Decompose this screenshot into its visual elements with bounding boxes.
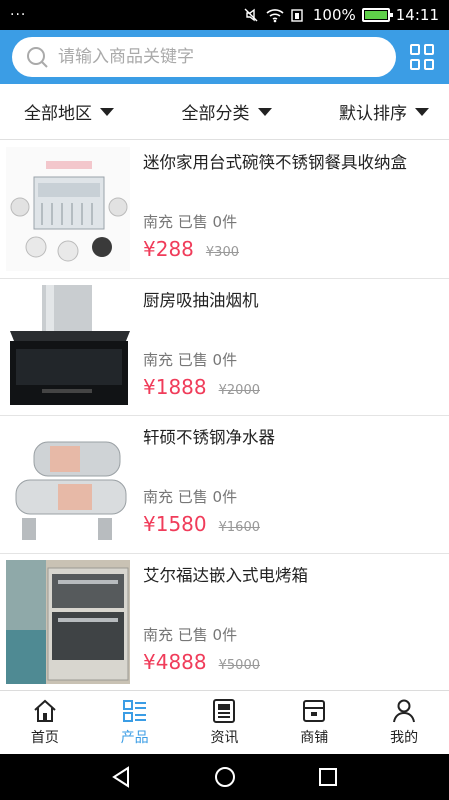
filter-label: 全部分类 xyxy=(181,104,250,124)
battery-icon xyxy=(361,8,393,22)
home-circle-icon[interactable] xyxy=(213,765,237,789)
product-meta: 南充 已售 0件 xyxy=(143,625,238,644)
filter-category[interactable]: 全部分类 xyxy=(182,99,272,124)
search-icon xyxy=(27,47,48,68)
product-meta: 南充 已售 0件 xyxy=(143,488,238,506)
status-bar: ··· 100% 14:11 xyxy=(0,0,449,30)
signal-icon xyxy=(291,9,303,22)
product-info: 艾尔福达嵌入式电烤箱 xyxy=(143,562,439,589)
search-input[interactable] xyxy=(58,47,358,67)
product-meta: 南充 已售 0件 xyxy=(143,350,238,369)
product-item[interactable]: 厨房吸抽油烟机 南充 已售 0件 ¥1888 ¥2000 xyxy=(0,279,449,416)
caret-down-icon xyxy=(415,107,429,116)
search-box[interactable] xyxy=(12,37,396,77)
product-item[interactable]: 艾尔福达嵌入式电烤箱 南充 已售 0件 ¥4888 ¥5000 xyxy=(0,554,449,691)
grid-cell xyxy=(424,59,434,70)
dish-rack-image xyxy=(6,147,130,271)
caret-down-icon xyxy=(257,107,272,116)
news-icon xyxy=(213,699,236,723)
filter-region[interactable]: 全部地区 xyxy=(24,99,114,124)
home-icon xyxy=(34,699,56,722)
product-list: 迷你家用台式碗筷不锈钢餐具收纳盒 南充 已售 0件 ¥288 ¥300 厨房吸抽… xyxy=(0,141,449,691)
product-old-price: ¥300 xyxy=(205,245,239,260)
status-icons: 100% 14:11 xyxy=(243,6,439,24)
back-icon[interactable] xyxy=(110,765,134,789)
battery-percent: 100% xyxy=(312,6,356,24)
tab-label: 产品 xyxy=(120,730,149,746)
filter-label: 默认排序 xyxy=(339,104,407,124)
product-price: ¥1888 xyxy=(143,374,207,399)
tab-home[interactable]: 首页 xyxy=(0,691,90,754)
user-icon xyxy=(393,699,416,723)
wifi-icon xyxy=(266,9,284,23)
tab-label: 商铺 xyxy=(300,730,329,746)
grid-cell xyxy=(410,59,420,70)
shop-icon xyxy=(303,700,326,722)
tab-label: 资讯 xyxy=(210,730,239,746)
product-title[interactable]: 轩硕不锈钢净水器 xyxy=(143,424,439,451)
tab-label: 首页 xyxy=(30,730,59,746)
mute-icon xyxy=(244,8,258,22)
price-row: ¥4888 ¥5000 xyxy=(143,650,260,674)
product-info: 轩硕不锈钢净水器 xyxy=(143,424,439,451)
tab-label: 我的 xyxy=(390,730,419,746)
filter-bar: 全部地区 全部分类 默认排序 xyxy=(0,84,449,140)
product-price: ¥288 xyxy=(143,237,194,261)
product-price: ¥1580 xyxy=(143,512,207,536)
product-price: ¥4888 xyxy=(143,649,207,674)
system-nav-bar xyxy=(0,754,449,800)
caret-down-icon xyxy=(100,107,114,116)
product-old-price: ¥2000 xyxy=(218,382,260,398)
filter-label: 全部地区 xyxy=(24,104,92,124)
product-item[interactable]: 轩硕不锈钢净水器 南充 已售 0件 ¥1580 ¥1600 xyxy=(0,416,449,554)
product-info: 厨房吸抽油烟机 xyxy=(143,287,439,314)
price-row: ¥1580 ¥1600 xyxy=(143,512,260,536)
price-row: ¥1888 ¥2000 xyxy=(143,375,260,399)
built-in-oven-image xyxy=(6,559,130,684)
grid-cell xyxy=(410,44,420,55)
grid-menu-icon[interactable] xyxy=(410,44,436,70)
tab-news[interactable]: 资讯 xyxy=(180,691,270,754)
price-row: ¥288 ¥300 xyxy=(143,237,239,261)
product-meta: 南充 已售 0件 xyxy=(143,213,238,231)
grid-cell xyxy=(424,44,434,55)
water-purifier-image xyxy=(6,422,130,546)
battery-fill xyxy=(364,11,387,19)
app-header xyxy=(0,30,449,84)
range-hood-image xyxy=(6,284,130,409)
tab-mine[interactable]: 我的 xyxy=(359,691,449,754)
product-title[interactable]: 艾尔福达嵌入式电烤箱 xyxy=(143,562,439,589)
clock: 14:11 xyxy=(395,6,439,24)
tab-products[interactable]: 产品 xyxy=(90,691,180,754)
filter-sort[interactable]: 默认排序 xyxy=(339,99,429,124)
product-list-icon xyxy=(122,700,146,722)
product-item[interactable]: 迷你家用台式碗筷不锈钢餐具收纳盒 南充 已售 0件 ¥288 ¥300 xyxy=(0,141,449,279)
product-title[interactable]: 迷你家用台式碗筷不锈钢餐具收纳盒 xyxy=(143,149,439,176)
tab-shops[interactable]: 商铺 xyxy=(269,691,359,754)
notification-dots: ··· xyxy=(10,7,27,23)
product-old-price: ¥5000 xyxy=(218,657,260,673)
recents-icon[interactable] xyxy=(316,765,340,789)
product-info: 迷你家用台式碗筷不锈钢餐具收纳盒 xyxy=(143,149,439,176)
product-old-price: ¥1600 xyxy=(218,520,260,535)
bottom-tab-bar: 首页 产品 资讯 商铺 我的 xyxy=(0,690,449,754)
product-title[interactable]: 厨房吸抽油烟机 xyxy=(143,287,439,314)
